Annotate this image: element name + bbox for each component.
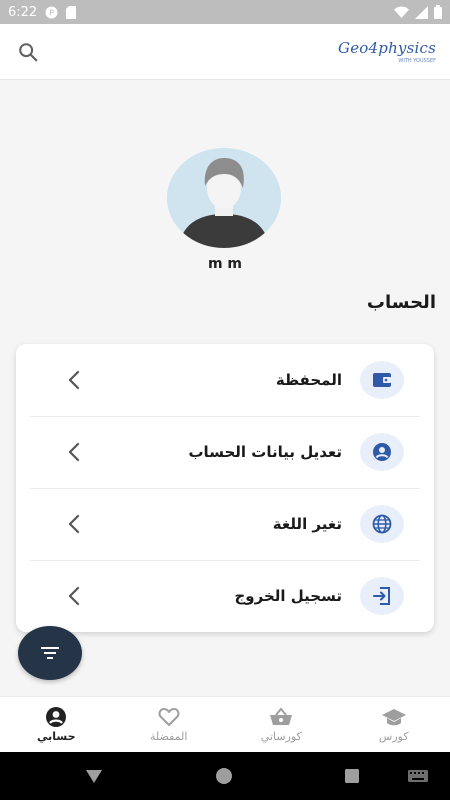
bottom-navigation: حسابي المفضلة كورساتي كورس: [0, 696, 450, 752]
status-time: 6:22: [8, 4, 38, 20]
chevron-left-icon: [64, 442, 84, 462]
app-bar: Geo4physics WITH YOUSSEF: [0, 24, 450, 80]
filter-list-icon: [41, 647, 59, 659]
keyboard-icon: [408, 770, 428, 782]
nav-tab-label: كورساتي: [260, 729, 302, 743]
account-circle-icon: [360, 433, 404, 471]
back-triangle-icon: [86, 770, 102, 783]
sd-card-icon: [66, 5, 77, 19]
home-circle-icon: [216, 768, 232, 784]
menu-item-label: تسجيل الخروج: [234, 587, 343, 605]
logout-icon: [360, 577, 404, 615]
menu-item-edit-account[interactable]: تعديل بيانات الحساب: [16, 416, 434, 488]
nav-tab-my-courses[interactable]: كورساتي: [225, 697, 338, 752]
recents-square-icon: [345, 769, 359, 783]
keyboard-button[interactable]: [407, 769, 429, 783]
wallet-icon: [360, 361, 404, 399]
section-title: الحساب: [366, 292, 436, 313]
app-logo: Geo4physics WITH YOUSSEF: [338, 39, 436, 64]
back-button[interactable]: [84, 768, 104, 784]
chevron-left-icon: [64, 586, 84, 606]
chevron-left-icon: [64, 370, 84, 390]
logo-subtitle: WITH YOUSSEF: [398, 58, 436, 64]
basket-icon: [269, 706, 293, 727]
app-notification-icon: P: [45, 6, 58, 19]
search-button[interactable]: [14, 38, 42, 66]
nav-tab-my-account[interactable]: حسابي: [0, 697, 113, 752]
nav-tab-favorites[interactable]: المفضلة: [113, 697, 226, 752]
logo-text: Geo4physics: [338, 39, 436, 57]
filter-fab-button[interactable]: [18, 626, 82, 680]
nav-tab-label: المفضلة: [150, 729, 188, 743]
menu-item-wallet[interactable]: المحفظة: [16, 344, 434, 416]
svg-text:P: P: [49, 8, 54, 17]
chevron-left-icon: [64, 514, 84, 534]
nav-tab-courses[interactable]: كورس: [338, 697, 450, 752]
graduation-cap-icon: [381, 707, 407, 727]
nav-tab-label: كورس: [378, 729, 409, 743]
avatar: [167, 148, 281, 248]
menu-item-logout[interactable]: تسجيل الخروج: [16, 560, 434, 632]
nav-tab-label: حسابي: [36, 729, 76, 743]
status-bar: 6:22 P: [0, 0, 450, 24]
globe-icon: [360, 505, 404, 543]
menu-item-label: تغير اللغة: [272, 515, 342, 533]
menu-item-label: تعديل بيانات الحساب: [188, 443, 342, 461]
home-button[interactable]: [215, 767, 233, 785]
search-icon: [19, 42, 38, 61]
account-menu-card: المحفظة تعديل بيانات الحساب تغير اللغة ت…: [16, 344, 434, 632]
account-icon: [45, 706, 67, 727]
wifi-icon: [394, 6, 409, 18]
user-name: m m: [207, 256, 243, 272]
menu-item-change-language[interactable]: تغير اللغة: [16, 488, 434, 560]
battery-icon: [434, 5, 442, 19]
system-navigation-bar: [0, 752, 450, 800]
heart-icon: [158, 707, 180, 727]
recents-button[interactable]: [344, 768, 360, 784]
signal-icon: [415, 5, 428, 19]
menu-item-label: المحفظة: [275, 371, 342, 389]
